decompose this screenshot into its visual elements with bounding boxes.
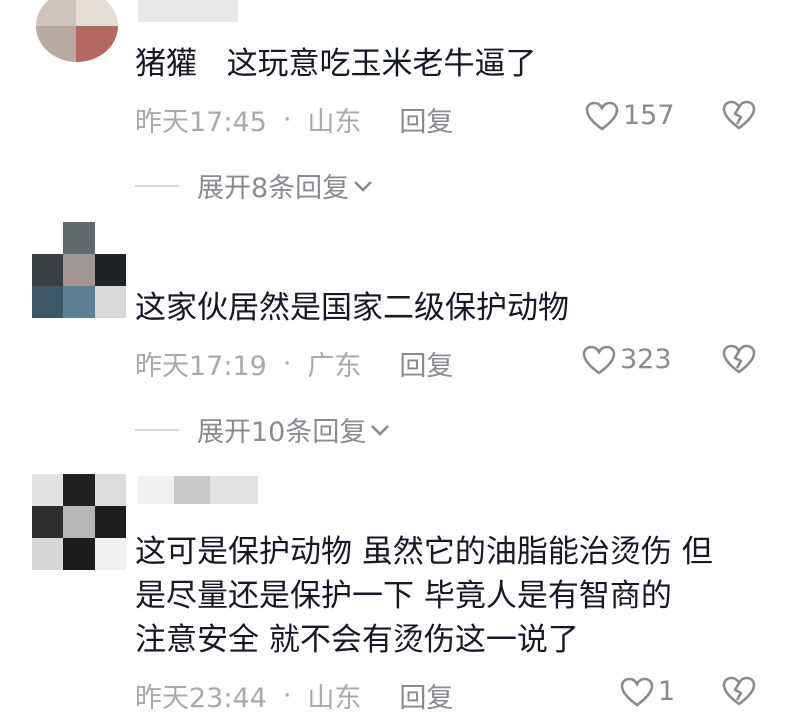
comment-time: 昨天17:19 (135, 351, 267, 382)
expand-replies-button[interactable]: 展开8条回复 (135, 166, 373, 205)
expand-divider (135, 184, 179, 187)
meta-separator: · (282, 348, 292, 379)
comment-location: 山东 (307, 107, 362, 138)
reply-button[interactable]: 回复 (399, 676, 453, 715)
heart-outline-icon (585, 101, 619, 131)
heart-outline-icon (582, 345, 616, 375)
expand-replies-label: 展开10条回复 (197, 417, 367, 448)
comment-location: 山东 (307, 683, 362, 714)
comment-time: 昨天17:45 (135, 107, 267, 138)
comment-text-line: 这可是保护动物 虽然它的油脂能治烫伤 但 (135, 534, 713, 570)
like-count: 1 (658, 676, 676, 707)
expand-divider (135, 428, 179, 431)
avatar[interactable] (32, 222, 126, 318)
previous-comment-cut-text: ······ (330, 0, 378, 11)
broken-heart-icon[interactable] (722, 344, 756, 374)
avatar[interactable] (32, 474, 126, 570)
avatar[interactable] (36, 0, 118, 62)
chevron-down-icon (371, 424, 390, 436)
comment-location: 广东 (307, 351, 362, 382)
expand-replies-button[interactable]: 展开10条回复 (135, 410, 390, 449)
username-blur (138, 0, 238, 22)
like-button[interactable]: 1 (620, 676, 675, 707)
meta-separator: · (282, 104, 292, 135)
reply-button[interactable]: 回复 (399, 100, 453, 139)
username-blur (138, 476, 258, 504)
comment-text-line: 这玩意吃玉米老牛逼了 (226, 46, 537, 82)
heart-outline-icon (620, 677, 654, 707)
like-count: 323 (620, 344, 672, 375)
chevron-down-icon (354, 180, 373, 192)
meta-separator: · (282, 680, 292, 711)
like-count: 157 (623, 100, 675, 131)
like-button[interactable]: 157 (585, 100, 675, 131)
like-button[interactable]: 323 (582, 344, 672, 375)
comment-username[interactable]: 猪獾 (135, 46, 197, 82)
comment-text: 这家伙居然是国家二级保护动物 (135, 286, 569, 330)
comment-meta: 昨天17:45 · 山东 回复 (135, 100, 453, 139)
comment-time: 昨天23:44 (135, 683, 267, 714)
comment-text-line: 注意安全 就不会有烫伤这一说了 (135, 622, 579, 658)
expand-replies-label: 展开8条回复 (197, 173, 350, 204)
broken-heart-icon[interactable] (722, 100, 756, 130)
broken-heart-icon[interactable] (722, 676, 756, 706)
comment-meta: 昨天17:19 · 广东 回复 (135, 344, 453, 383)
comment-text-line: 这家伙居然是国家二级保护动物 (135, 290, 569, 326)
comment-text-line: 是尽量还是保护一下 毕竟人是有智商的 (135, 578, 672, 614)
comment-meta: 昨天23:44 · 山东 回复 (135, 676, 453, 715)
comment-text: 猪獾 这玩意吃玉米老牛逼了 (135, 42, 537, 86)
reply-button[interactable]: 回复 (399, 344, 453, 383)
